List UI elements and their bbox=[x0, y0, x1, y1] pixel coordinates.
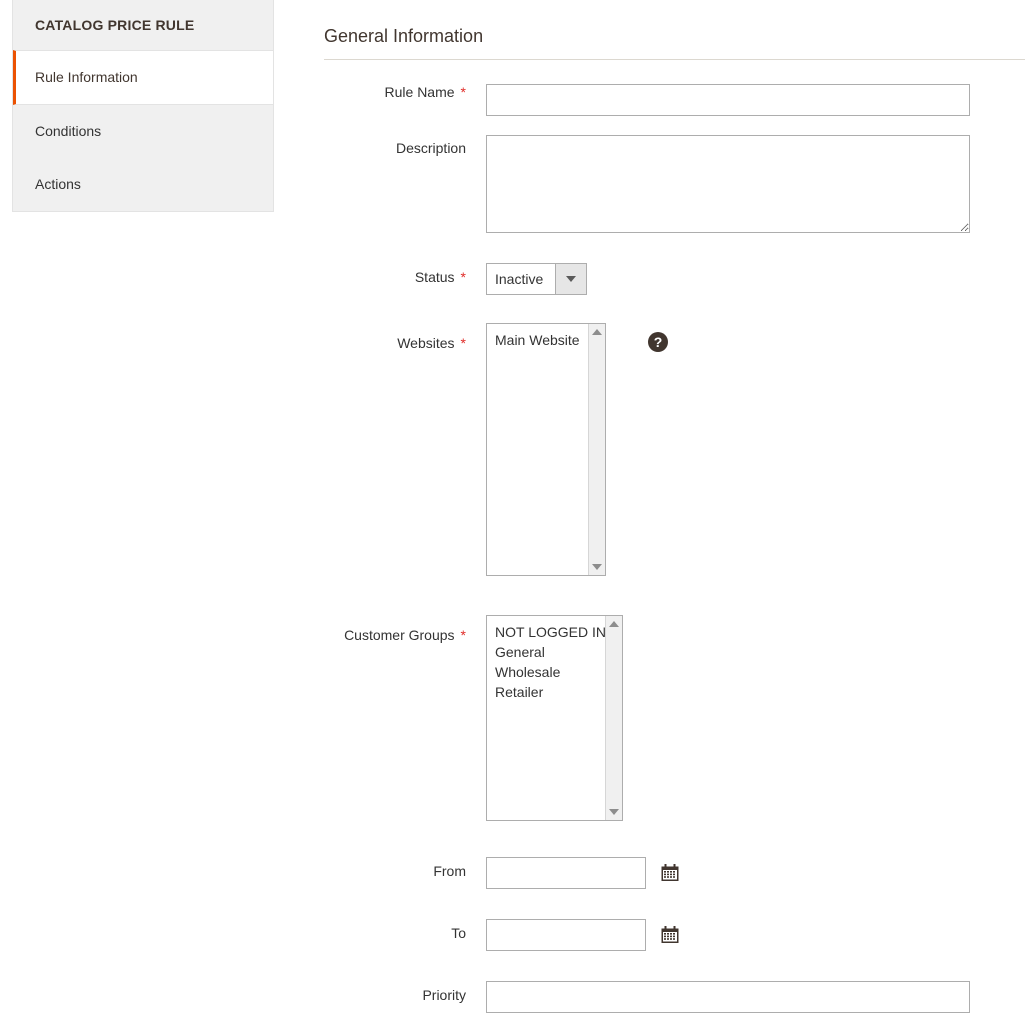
required-asterisk: * bbox=[460, 626, 466, 643]
sidebar-nav: Rule Information Conditions Actions bbox=[13, 49, 273, 212]
from-field bbox=[486, 856, 1025, 889]
status-label-text: Status bbox=[414, 268, 455, 285]
priority-label-text: Priority bbox=[422, 986, 466, 1003]
field-row-customer-groups: Customer Groups * NOT LOGGED IN General W… bbox=[324, 614, 1025, 821]
customer-groups-label-text: Customer Groups bbox=[344, 626, 455, 643]
websites-option[interactable]: Main Website bbox=[487, 330, 588, 350]
scroll-down-arrow-icon[interactable] bbox=[592, 563, 602, 570]
description-textarea[interactable] bbox=[486, 134, 970, 233]
sidebar-item-rule-information[interactable]: Rule Information bbox=[13, 49, 273, 105]
description-field bbox=[486, 134, 1025, 233]
priority-input[interactable] bbox=[486, 980, 970, 1013]
websites-scrollbar[interactable] bbox=[588, 323, 605, 575]
from-label-text: From bbox=[433, 862, 466, 879]
websites-option-list: Main Website bbox=[487, 324, 588, 575]
rule-name-label-text: Rule Name bbox=[384, 83, 455, 100]
customer-groups-option[interactable]: General bbox=[487, 642, 605, 662]
sidebar-item-conditions[interactable]: Conditions bbox=[13, 105, 273, 158]
required-asterisk: * bbox=[460, 334, 466, 351]
to-label: To bbox=[324, 919, 486, 942]
websites-multiselect[interactable]: Main Website bbox=[486, 322, 606, 576]
customer-groups-multiselect[interactable]: NOT LOGGED IN General Wholesale Retailer bbox=[486, 614, 623, 821]
description-label: Description bbox=[324, 135, 486, 157]
description-label-text: Description bbox=[395, 139, 466, 156]
status-label: Status * bbox=[324, 263, 486, 286]
customer-groups-option[interactable]: Retailer bbox=[487, 682, 605, 702]
from-label: From bbox=[324, 857, 486, 880]
status-select[interactable]: Inactive bbox=[486, 262, 587, 295]
customer-groups-option-list: NOT LOGGED IN General Wholesale Retailer bbox=[487, 616, 605, 820]
main-content: General Information Rule Name * Descripti… bbox=[324, 0, 1025, 1013]
websites-label: Websites * bbox=[324, 323, 486, 352]
customer-groups-option[interactable]: Wholesale bbox=[487, 662, 605, 682]
field-row-status: Status * Inactive bbox=[324, 262, 1025, 295]
calendar-icon[interactable] bbox=[659, 862, 681, 884]
rule-name-label: Rule Name * bbox=[324, 84, 486, 101]
field-row-priority: Priority bbox=[324, 980, 1025, 1013]
to-field bbox=[486, 918, 1025, 951]
priority-label: Priority bbox=[324, 981, 486, 1004]
customer-groups-option[interactable]: NOT LOGGED IN bbox=[487, 622, 605, 642]
status-select-value: Inactive bbox=[495, 270, 544, 287]
calendar-icon[interactable] bbox=[659, 924, 681, 946]
scroll-up-arrow-icon[interactable] bbox=[609, 620, 619, 627]
to-date-input[interactable] bbox=[486, 918, 646, 951]
sidebar-title: CATALOG PRICE RULE bbox=[13, 0, 273, 51]
from-date-input[interactable] bbox=[486, 856, 646, 889]
sidebar-item-actions[interactable]: Actions bbox=[13, 158, 273, 211]
catalog-price-rule-page: CATALOG PRICE RULE Rule Information Cond… bbox=[0, 0, 1025, 1034]
to-label-text: To bbox=[451, 924, 466, 941]
customer-groups-label: Customer Groups * bbox=[324, 615, 486, 644]
priority-field bbox=[486, 980, 1025, 1013]
field-row-websites: Websites * Main Website ? bbox=[324, 322, 1025, 576]
required-asterisk: * bbox=[460, 268, 466, 285]
sidebar-item-label: Conditions bbox=[35, 122, 102, 139]
scroll-up-arrow-icon[interactable] bbox=[592, 328, 602, 335]
field-row-description: Description bbox=[324, 134, 1025, 233]
section-divider bbox=[324, 58, 1025, 60]
rule-name-input[interactable] bbox=[486, 83, 970, 116]
field-row-from: From bbox=[324, 856, 1025, 889]
status-select-button[interactable] bbox=[555, 263, 586, 294]
websites-label-text: Websites bbox=[397, 334, 455, 351]
websites-field: Main Website ? bbox=[486, 322, 1025, 576]
sidebar-item-label: Actions bbox=[35, 176, 81, 193]
status-field: Inactive bbox=[486, 262, 1025, 295]
sidebar-item-label: Rule Information bbox=[35, 68, 138, 85]
required-asterisk: * bbox=[460, 83, 466, 100]
question-mark-icon[interactable]: ? bbox=[648, 331, 668, 352]
customer-groups-field: NOT LOGGED IN General Wholesale Retailer bbox=[486, 614, 1025, 821]
field-row-rule-name: Rule Name * bbox=[324, 83, 1025, 116]
rule-name-field bbox=[486, 83, 1025, 116]
scroll-down-arrow-icon[interactable] bbox=[609, 808, 619, 815]
page-title: General Information bbox=[324, 26, 484, 46]
chevron-down-icon bbox=[566, 275, 576, 282]
field-row-to: To bbox=[324, 918, 1025, 951]
sidebar: CATALOG PRICE RULE Rule Information Cond… bbox=[12, 0, 274, 213]
customer-groups-scrollbar[interactable] bbox=[605, 615, 622, 820]
